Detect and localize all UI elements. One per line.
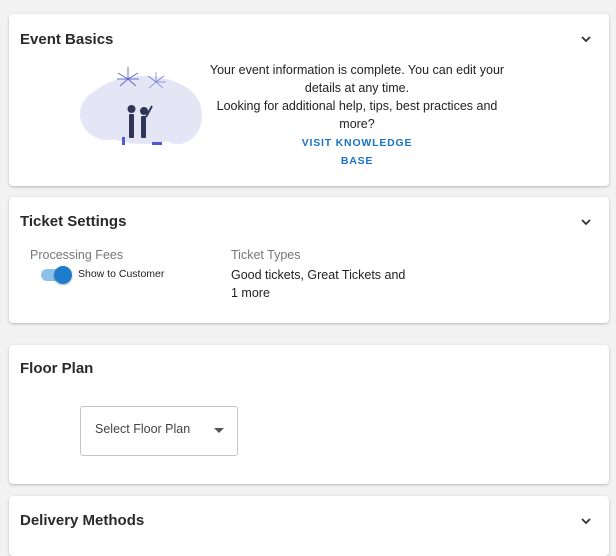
- floor-plan-card: Floor Plan Select Floor Plan: [9, 345, 609, 484]
- help-prompt: Looking for additional help, tips, best …: [216, 99, 498, 131]
- dropdown-arrow-icon: [214, 428, 224, 433]
- ticket-settings-title: Ticket Settings: [20, 213, 127, 230]
- visit-knowledge-base-link[interactable]: VISIT KNOWLEDGE BASE: [292, 134, 422, 170]
- ticket-settings-card: Ticket Settings Processing Fees Show to …: [9, 197, 609, 323]
- chevron-down-icon[interactable]: [579, 32, 593, 46]
- completion-message: Your event information is complete. You …: [209, 63, 505, 95]
- floor-plan-select[interactable]: Select Floor Plan: [80, 406, 238, 456]
- toggle-thumb: [54, 266, 72, 284]
- celebration-illustration: [78, 64, 204, 148]
- floor-plan-select-placeholder: Select Floor Plan: [95, 422, 191, 436]
- ticket-types-value: Good tickets, Great Tickets and 1 more: [231, 268, 406, 300]
- toggle-label: Show to Customer: [78, 268, 165, 280]
- event-basics-card: Event Basics Your event information is c…: [9, 14, 609, 186]
- event-info-message: Your event information is complete. You …: [205, 61, 509, 170]
- delivery-methods-title: Delivery Methods: [20, 512, 145, 529]
- chevron-down-icon[interactable]: [579, 514, 593, 528]
- floor-plan-title: Floor Plan: [20, 360, 94, 377]
- delivery-methods-card: Delivery Methods: [9, 496, 609, 556]
- chevron-down-icon[interactable]: [579, 215, 593, 229]
- show-to-customer-toggle[interactable]: [39, 266, 73, 284]
- processing-fees-label: Processing Fees: [30, 248, 124, 262]
- event-basics-title: Event Basics: [20, 31, 114, 48]
- ticket-types-label: Ticket Types: [231, 248, 301, 262]
